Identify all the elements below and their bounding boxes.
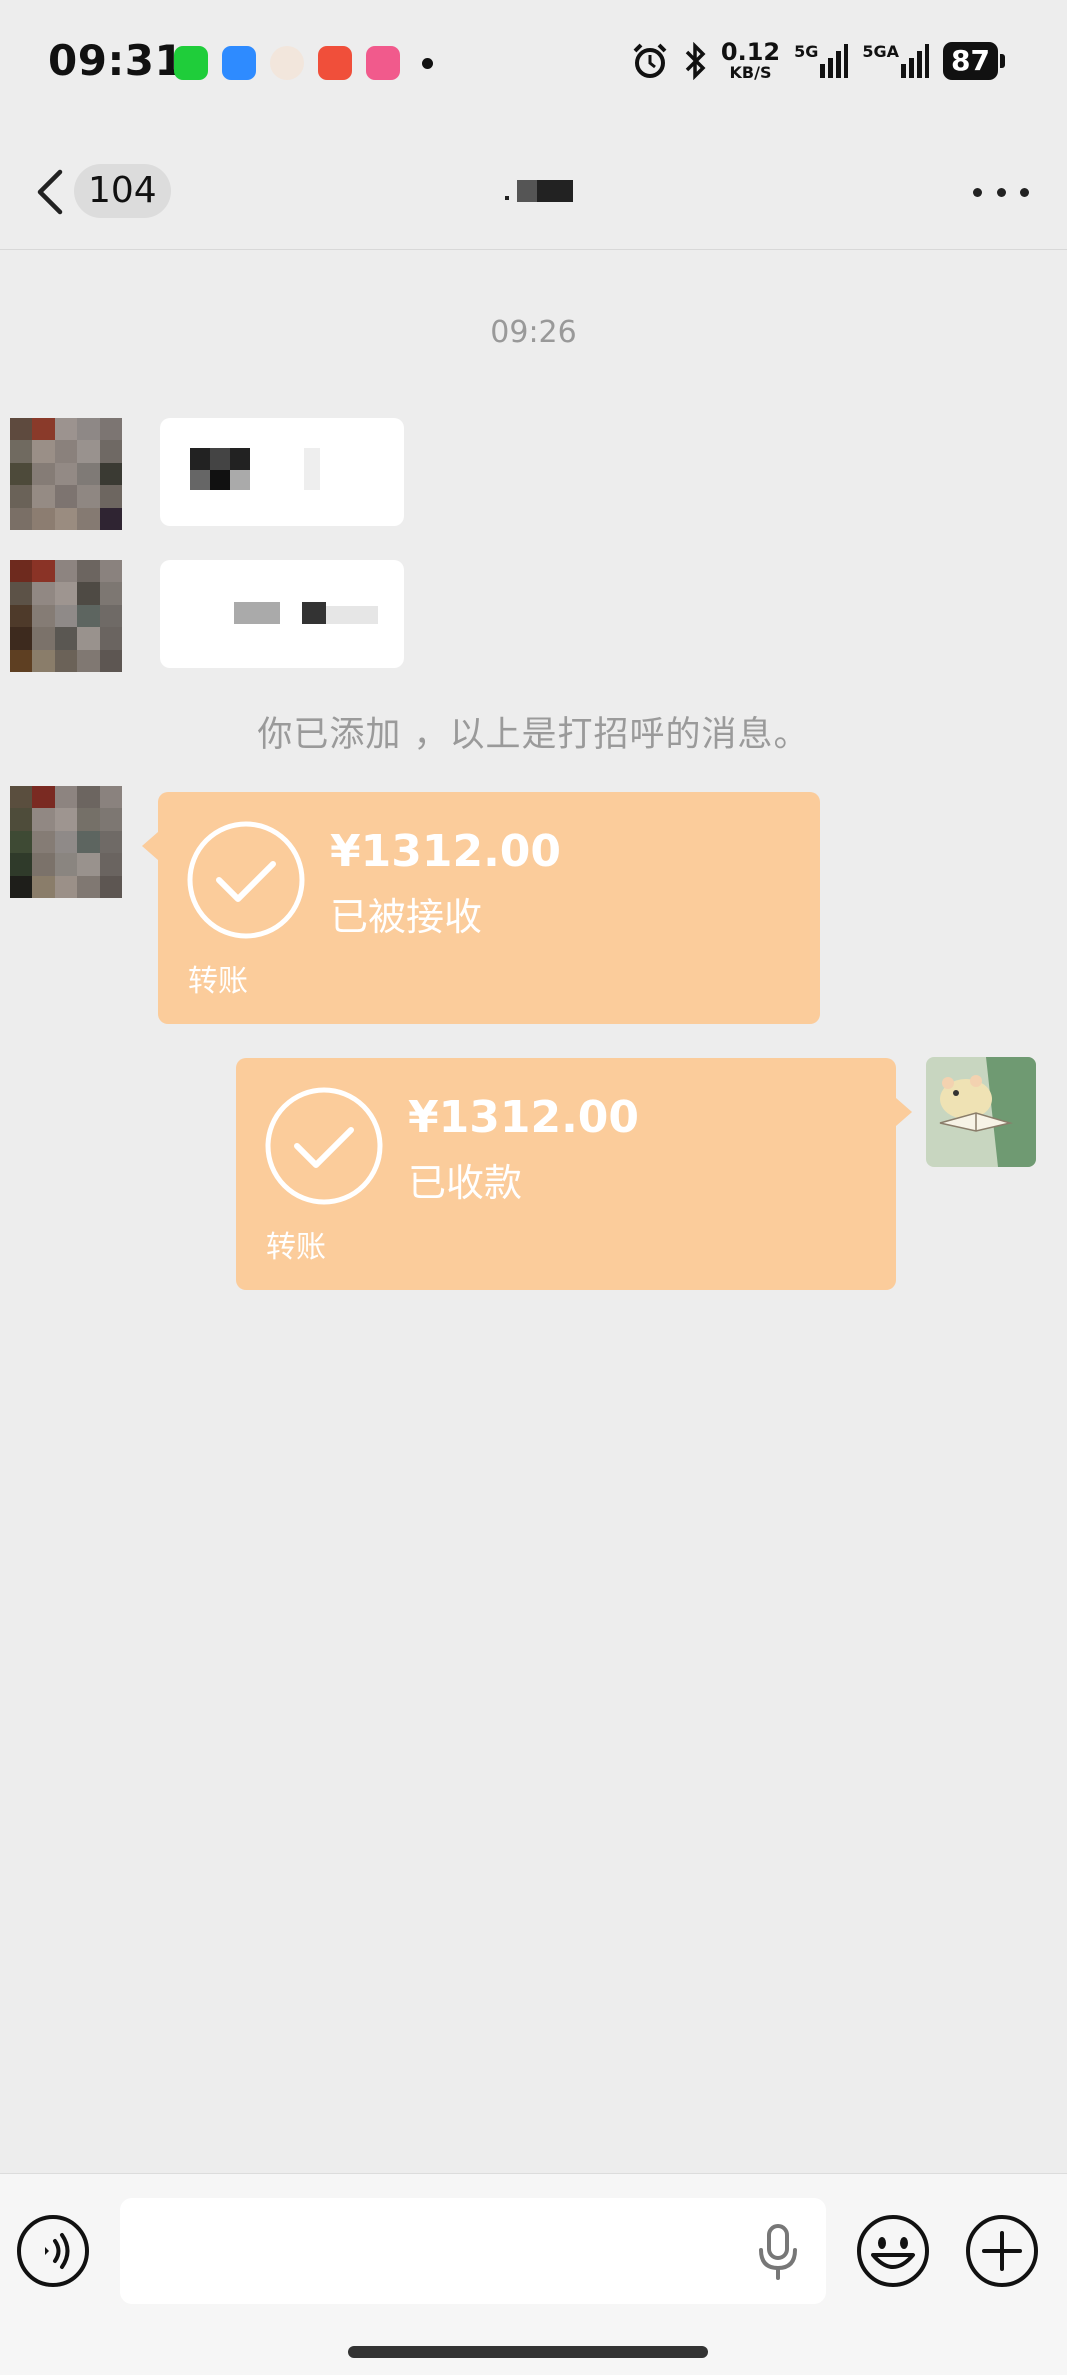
transfer-label: 转账 bbox=[188, 964, 248, 999]
news-app-icon bbox=[318, 46, 352, 80]
contact-avatar[interactable] bbox=[10, 418, 122, 530]
redacted-text bbox=[230, 448, 250, 470]
files-app-icon bbox=[222, 46, 256, 80]
chat-header: 104 bbox=[0, 140, 1067, 250]
transfer-amount: ¥1312.00 bbox=[330, 826, 562, 877]
mic-icon[interactable] bbox=[754, 2222, 802, 2282]
message-bubble[interactable] bbox=[160, 418, 404, 526]
notification-app-icons bbox=[174, 46, 433, 80]
contact-avatar[interactable] bbox=[10, 786, 122, 898]
network-speed: 0.12 KB/S bbox=[721, 40, 780, 81]
message-input[interactable] bbox=[120, 2198, 826, 2304]
network-speed-unit: KB/S bbox=[729, 63, 772, 82]
signal-5g: 5G bbox=[794, 41, 849, 80]
signal-icon bbox=[820, 43, 849, 78]
battery-icon: 87 bbox=[943, 41, 1005, 80]
voice-mode-icon[interactable] bbox=[15, 2213, 91, 2289]
signal-5g-label: 5G bbox=[794, 41, 819, 61]
home-indicator[interactable] bbox=[348, 2346, 708, 2358]
shopping-app-icon bbox=[174, 46, 208, 80]
battery-tip bbox=[1000, 53, 1005, 68]
plus-icon[interactable] bbox=[964, 2213, 1040, 2289]
battery-level: 87 bbox=[943, 41, 998, 80]
signal-5ga: 5GA bbox=[862, 41, 930, 80]
hamster-avatar-image bbox=[926, 1057, 1036, 1167]
message-timestamp: 09:26 bbox=[490, 315, 577, 350]
signal-icon bbox=[901, 43, 930, 78]
network-speed-value: 0.12 bbox=[720, 38, 781, 66]
bubble-tail bbox=[142, 832, 158, 860]
message-input-bar bbox=[0, 2173, 1067, 2375]
transfer-card-incoming[interactable]: ¥1312.00 已被接收 转账 bbox=[142, 792, 820, 1024]
check-circle-icon bbox=[265, 1087, 383, 1205]
redacted-text bbox=[190, 470, 210, 490]
unread-count-badge[interactable]: 104 bbox=[74, 164, 171, 218]
my-avatar[interactable] bbox=[926, 1057, 1036, 1167]
redacted-text bbox=[326, 606, 378, 624]
profile-app-icon bbox=[270, 46, 304, 80]
alarm-icon bbox=[633, 43, 667, 78]
redacted-text bbox=[210, 448, 230, 470]
status-bar: 09:31 0.12 KB/S 5G 5GA 87 bbox=[0, 0, 1067, 120]
status-indicators: 0.12 KB/S 5G 5GA 87 bbox=[631, 40, 1005, 81]
chat-title-redacted bbox=[505, 180, 573, 204]
redacted-text bbox=[210, 470, 230, 490]
signal-5ga-label: 5GA bbox=[862, 41, 900, 61]
transfer-status: 已收款 bbox=[408, 1161, 523, 1205]
transfer-status: 已被接收 bbox=[330, 895, 483, 939]
system-message: 你已添加 ，以上是打招呼的消息。 bbox=[257, 715, 810, 755]
transfer-card-outgoing[interactable]: ¥1312.00 已收款 转账 bbox=[236, 1058, 912, 1290]
bilibili-app-icon bbox=[366, 46, 400, 80]
check-circle-icon bbox=[187, 821, 305, 939]
more-notifications-dot bbox=[422, 57, 433, 69]
redacted-text bbox=[230, 470, 250, 490]
redacted-text bbox=[304, 448, 320, 490]
status-time: 09:31 bbox=[48, 36, 185, 85]
back-arrow-icon[interactable] bbox=[26, 162, 78, 222]
redacted-text bbox=[234, 602, 280, 624]
transfer-label: 转账 bbox=[266, 1230, 326, 1265]
redacted-text bbox=[190, 448, 210, 470]
bluetooth-icon bbox=[685, 41, 706, 80]
bubble-tail bbox=[896, 1098, 912, 1126]
redacted-text bbox=[302, 602, 326, 624]
transfer-amount: ¥1312.00 bbox=[408, 1092, 640, 1143]
message-bubble[interactable] bbox=[160, 560, 404, 668]
emoji-icon[interactable] bbox=[855, 2213, 931, 2289]
more-icon[interactable] bbox=[973, 180, 1029, 204]
contact-avatar[interactable] bbox=[10, 560, 122, 672]
